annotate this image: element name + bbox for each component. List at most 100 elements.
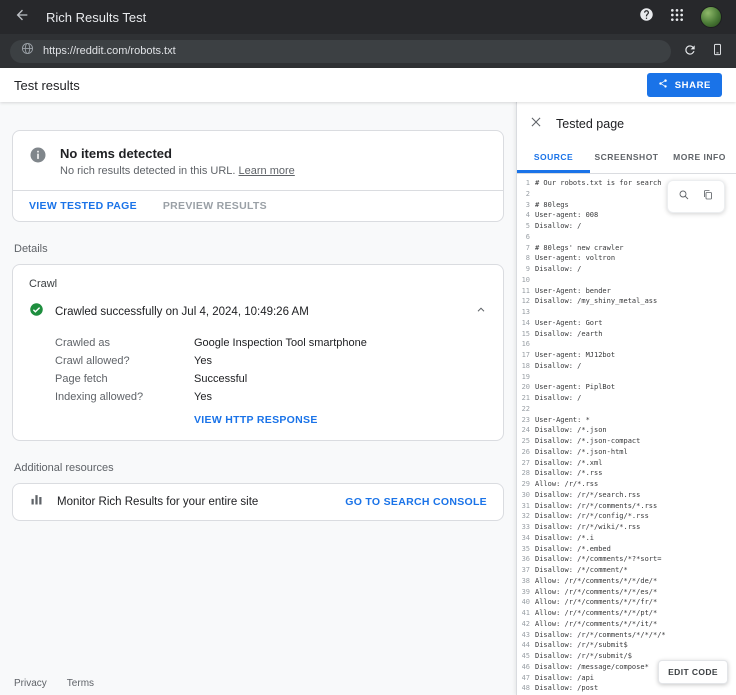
code-line: 37 Disallow: /*/comment/*: [517, 566, 736, 577]
line-number: 39: [517, 588, 535, 599]
chevron-up-icon[interactable]: [475, 303, 487, 321]
monitor-label: Monitor Rich Results for your entire sit…: [57, 496, 332, 508]
copy-code-button[interactable]: [702, 189, 714, 204]
source-code-view[interactable]: 1 # Our robots.txt is for search 2 3 # 8…: [517, 174, 736, 695]
no-items-summary: No items detected No rich results detect…: [13, 131, 503, 190]
line-number: 45: [517, 652, 535, 663]
code-line: 40 Allow: /r/*/comments/*/*/fr/*: [517, 598, 736, 609]
mobile-device-button[interactable]: [711, 42, 724, 60]
line-number: 33: [517, 523, 535, 534]
code-line: 35 Disallow: /*.embed: [517, 545, 736, 556]
crawl-status-row[interactable]: Crawled successfully on Jul 4, 2024, 10:…: [13, 294, 503, 330]
learn-more-link[interactable]: Learn more: [239, 165, 295, 177]
line-text: Disallow: /r/*/submit/$: [535, 652, 632, 663]
line-number: 15: [517, 330, 535, 341]
privacy-link[interactable]: Privacy: [14, 678, 47, 689]
line-number: 48: [517, 684, 535, 695]
code-line: 24 Disallow: /*.json: [517, 426, 736, 437]
apps-grid-icon[interactable]: [670, 8, 684, 27]
line-text: Disallow: /api: [535, 674, 594, 685]
line-text: User-Agent: Gort: [535, 319, 602, 330]
line-text: Disallow: /*.json: [535, 426, 607, 437]
user-avatar[interactable]: [700, 6, 722, 28]
panel-header: Tested page: [517, 102, 736, 143]
line-text: Allow: /r/*.rss: [535, 480, 598, 491]
line-number: 14: [517, 319, 535, 330]
refresh-button[interactable]: [683, 43, 697, 60]
code-line: 11 User-Agent: bender: [517, 287, 736, 298]
code-line: 6: [517, 233, 736, 244]
share-button[interactable]: SHARE: [647, 73, 722, 97]
line-text: Allow: /r/*/comments/*/*/it/*: [535, 620, 657, 631]
share-icon: [658, 78, 668, 92]
details-section-label: Details: [14, 243, 502, 255]
tested-page-panel: Tested page SOURCE SCREENSHOT MORE INFO …: [516, 102, 736, 695]
mobile-icon: [711, 42, 724, 60]
line-number: 26: [517, 448, 535, 459]
line-number: 42: [517, 620, 535, 631]
code-line: 5 Disallow: /: [517, 222, 736, 233]
crawl-detail-row: Crawled as Google Inspection Tool smartp…: [55, 334, 487, 352]
line-text: Disallow: /post: [535, 684, 598, 695]
line-number: 21: [517, 394, 535, 405]
go-to-search-console-button[interactable]: GO TO SEARCH CONSOLE: [345, 496, 487, 508]
help-icon[interactable]: [639, 7, 654, 27]
line-text: Disallow: /r/*/comments/*/*/*/*: [535, 631, 666, 642]
view-tested-page-button[interactable]: VIEW TESTED PAGE: [29, 200, 137, 212]
close-icon: [529, 115, 543, 132]
line-number: 12: [517, 297, 535, 308]
search-code-button[interactable]: [678, 189, 690, 204]
code-line: 33 Disallow: /r/*/wiki/*.rss: [517, 523, 736, 534]
line-number: 41: [517, 609, 535, 620]
line-text: Disallow: /*.json-compact: [535, 437, 640, 448]
line-text: Disallow: /: [535, 222, 581, 233]
back-button[interactable]: [14, 7, 30, 28]
tab-more-info[interactable]: MORE INFO: [663, 143, 736, 173]
results-column: No items detected No rich results detect…: [0, 102, 516, 695]
line-text: Disallow: /*.rss: [535, 469, 602, 480]
crawl-status-text: Crawled successfully on Jul 4, 2024, 10:…: [55, 306, 464, 318]
line-number: 44: [517, 641, 535, 652]
line-text: Allow: /r/*/comments/*/*/es/*: [535, 588, 657, 599]
code-line: 31 Disallow: /r/*/comments/*.rss: [517, 502, 736, 513]
no-items-subtitle-text: No rich results detected in this URL.: [60, 165, 239, 177]
main-area: No items detected No rich results detect…: [0, 102, 736, 695]
line-number: 4: [517, 211, 535, 222]
code-line: 8 User-agent: voltron: [517, 254, 736, 265]
url-text: https://reddit.com/robots.txt: [43, 45, 176, 57]
crawl-detail-row: Page fetch Successful: [55, 370, 487, 388]
url-input[interactable]: https://reddit.com/robots.txt: [10, 40, 671, 63]
code-line: 23 User-Agent: *: [517, 416, 736, 427]
copy-icon: [702, 189, 714, 204]
line-text: # Our robots.txt is for search: [535, 179, 661, 190]
code-line: 43 Disallow: /r/*/comments/*/*/*/*: [517, 631, 736, 642]
tab-screenshot[interactable]: SCREENSHOT: [590, 143, 663, 173]
line-text: Disallow: /r/*/submit$: [535, 641, 628, 652]
code-line: 32 Disallow: /r/*/config/*.rss: [517, 512, 736, 523]
code-toolbar: [667, 180, 725, 213]
preview-results-button[interactable]: PREVIEW RESULTS: [163, 200, 267, 212]
close-panel-button[interactable]: [529, 115, 543, 132]
view-http-response-button[interactable]: VIEW HTTP RESPONSE: [194, 414, 318, 426]
tab-source[interactable]: SOURCE: [517, 143, 590, 173]
line-number: 46: [517, 663, 535, 674]
success-check-icon: [29, 302, 44, 322]
line-number: 8: [517, 254, 535, 265]
line-text: Disallow: /*/comment/*: [535, 566, 628, 577]
line-number: 35: [517, 545, 535, 556]
line-text: User-agent: MJ12bot: [535, 351, 615, 362]
code-line: 12 Disallow: /my_shiny_metal_ass: [517, 297, 736, 308]
edit-code-button[interactable]: EDIT CODE: [658, 660, 728, 684]
line-text: Disallow: /*.i: [535, 534, 594, 545]
code-line: 41 Allow: /r/*/comments/*/*/pt/*: [517, 609, 736, 620]
terms-link[interactable]: Terms: [67, 678, 94, 689]
line-text: Allow: /r/*/comments/*/*/pt/*: [535, 609, 657, 620]
line-text: Allow: /r/*/comments/*/*/de/*: [535, 577, 657, 588]
line-text: Allow: /r/*/comments/*/*/fr/*: [535, 598, 657, 609]
line-number: 38: [517, 577, 535, 588]
code-line: 26 Disallow: /*.json-html: [517, 448, 736, 459]
line-text: # 80legs' new crawler: [535, 244, 624, 255]
code-line: 16: [517, 340, 736, 351]
line-number: 2: [517, 190, 535, 201]
crawl-row-value: Yes: [194, 391, 212, 403]
